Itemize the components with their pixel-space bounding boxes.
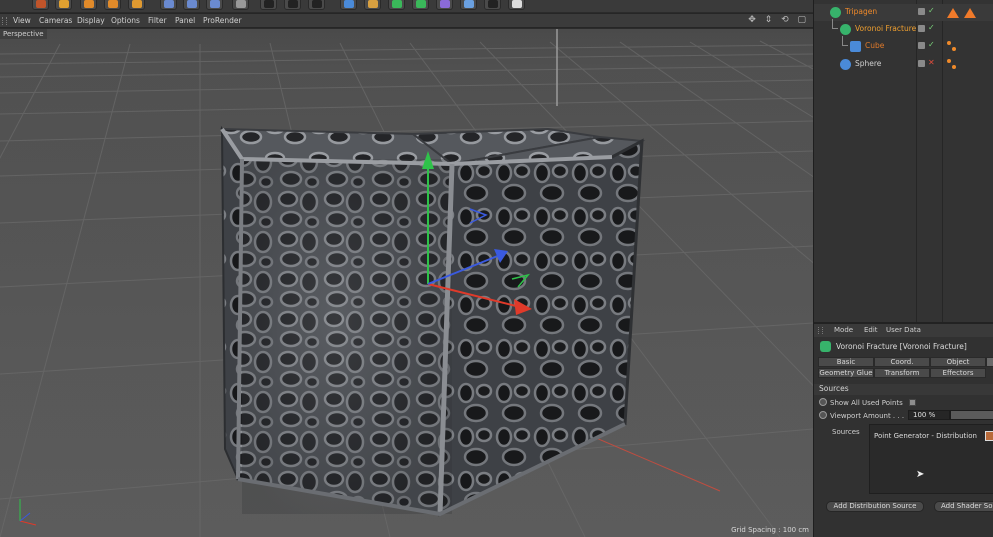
source-item[interactable]: Point Generator - Distribution <box>874 432 977 440</box>
tree-branch <box>842 36 848 46</box>
menu-display[interactable]: Display <box>77 16 105 25</box>
visibility-flags[interactable]: ✓ <box>918 23 940 34</box>
object-row-tripagen[interactable]: Tripagen ✓ <box>814 4 993 21</box>
tab-coord[interactable]: Coord. <box>874 357 930 367</box>
grip-handle-icon[interactable] <box>2 17 7 25</box>
tab-geometry-glue[interactable]: Geometry Glue <box>818 368 874 378</box>
voronoi-fracture-icon <box>820 341 831 352</box>
viewport-amount-field[interactable]: 100 % <box>908 410 950 420</box>
add-distribution-source-button[interactable]: Add Distribution Source <box>826 501 924 512</box>
x-axis-lock-icon[interactable] <box>160 0 177 10</box>
render-picture-viewer-icon[interactable] <box>284 0 301 10</box>
visibility-flags[interactable]: ✓ <box>918 6 940 17</box>
sources-list[interactable]: Point Generator - Distribution ➤ <box>869 424 993 494</box>
voronoi-fracture-icon <box>840 24 851 35</box>
render-view-icon[interactable] <box>260 0 277 10</box>
menu-options[interactable]: Options <box>111 16 140 25</box>
menu-user-data[interactable]: User Data <box>886 326 921 334</box>
tab-object[interactable]: Object <box>930 357 986 367</box>
viewport-menubar: View Cameras Display Options Filter Pane… <box>0 13 813 28</box>
menu-filter[interactable]: Filter <box>148 16 167 25</box>
attribute-menubar: Mode Edit User Data <box>814 324 993 337</box>
render-settings-icon[interactable] <box>308 0 325 10</box>
show-all-used-points-checkbox[interactable] <box>909 399 916 406</box>
menu-edit[interactable]: Edit <box>864 326 878 334</box>
material-tag-icon[interactable] <box>947 59 957 71</box>
generator-icon[interactable] <box>388 0 405 10</box>
visibility-flags[interactable]: ✕ <box>918 58 940 69</box>
viewport-camera-label[interactable]: Perspective <box>0 29 47 39</box>
z-axis-lock-icon[interactable] <box>206 0 223 10</box>
rotate-tool-icon[interactable] <box>104 0 121 10</box>
mouse-cursor-icon: ➤ <box>916 469 925 480</box>
scale-tool-icon[interactable] <box>80 0 97 10</box>
tab-overflow[interactable] <box>986 357 993 367</box>
menu-panel[interactable]: Panel <box>175 16 195 25</box>
show-all-used-points-label: Show All Used Points <box>830 399 903 407</box>
object-name[interactable]: Tripagen <box>845 7 877 16</box>
attribute-manager: Mode Edit User Data Voronoi Fracture [Vo… <box>814 322 993 537</box>
attribute-object-title: Voronoi Fracture [Voronoi Fracture] <box>814 340 993 354</box>
tab-basic[interactable]: Basic <box>818 357 874 367</box>
tree-branch <box>832 19 838 29</box>
show-all-used-points-row: Show All Used Points <box>819 398 903 407</box>
floor-grid <box>0 29 813 537</box>
sphere-icon <box>840 59 851 70</box>
animate-toggle-icon[interactable] <box>819 398 827 406</box>
deformer-icon[interactable] <box>436 0 453 10</box>
coordinate-system-icon[interactable] <box>232 0 249 10</box>
source-item-icon[interactable] <box>985 431 993 441</box>
menu-mode[interactable]: Mode <box>834 326 853 334</box>
transform-tool-icon[interactable] <box>128 0 145 10</box>
3d-viewport[interactable]: Perspective Grid Spacing : 100 cm <box>0 29 813 537</box>
animate-toggle-icon[interactable] <box>819 411 827 419</box>
menu-cameras[interactable]: Cameras <box>39 16 72 25</box>
tag-warning-icon[interactable] <box>964 8 976 18</box>
sources-label: Sources <box>832 428 860 436</box>
object-title-text: Voronoi Fracture [Voronoi Fracture] <box>836 342 967 351</box>
mograph-cloner-icon[interactable] <box>412 0 429 10</box>
viewport-amount-label: Viewport Amount . . . <box>830 412 905 420</box>
right-panel: Tripagen ✓ Voronoi Fracture ✓ Cube ✓ Sph… <box>813 0 993 537</box>
viewport-amount-slider[interactable] <box>950 410 993 420</box>
object-name[interactable]: Sphere <box>855 59 881 68</box>
menu-prorender[interactable]: ProRender <box>203 16 242 25</box>
object-row-sphere[interactable]: Sphere ✕ <box>814 56 993 73</box>
viewport-nav-icons[interactable]: ✥ ⇕ ⟲ ▢ <box>748 15 809 25</box>
tab-transform[interactable]: Transform <box>874 368 930 378</box>
tag-warning-icon[interactable] <box>947 8 959 18</box>
tab-effectors[interactable]: Effectors <box>930 368 986 378</box>
object-name[interactable]: Voronoi Fracture <box>855 24 916 33</box>
undo-icon[interactable] <box>32 0 49 10</box>
main-toolbar <box>0 0 813 12</box>
viewport-amount-row: Viewport Amount . . . <box>819 411 904 420</box>
y-axis-lock-icon[interactable] <box>183 0 200 10</box>
add-shader-source-button[interactable]: Add Shader Sou <box>934 501 993 512</box>
grid-spacing-readout: Grid Spacing : 100 cm <box>731 526 809 534</box>
object-row-voronoi-fracture[interactable]: Voronoi Fracture ✓ <box>814 19 993 38</box>
spline-icon[interactable] <box>364 0 381 10</box>
light-icon[interactable] <box>508 0 525 10</box>
cube-object-icon[interactable] <box>340 0 357 10</box>
move-tool-icon[interactable] <box>55 0 72 10</box>
cube-icon <box>850 41 861 52</box>
object-manager: Tripagen ✓ Voronoi Fracture ✓ Cube ✓ Sph… <box>814 0 993 322</box>
object-row-cube[interactable]: Cube ✓ <box>814 36 993 55</box>
grip-handle-icon[interactable] <box>818 327 823 334</box>
camera-icon[interactable] <box>484 0 501 10</box>
object-name[interactable]: Cube <box>865 41 884 50</box>
menu-view[interactable]: View <box>13 16 31 25</box>
visibility-flags[interactable]: ✓ <box>918 40 940 51</box>
mograph-node-icon <box>830 7 841 18</box>
material-tag-icon[interactable] <box>947 41 957 53</box>
floor-icon[interactable] <box>460 0 477 10</box>
section-header: Sources <box>814 384 993 395</box>
